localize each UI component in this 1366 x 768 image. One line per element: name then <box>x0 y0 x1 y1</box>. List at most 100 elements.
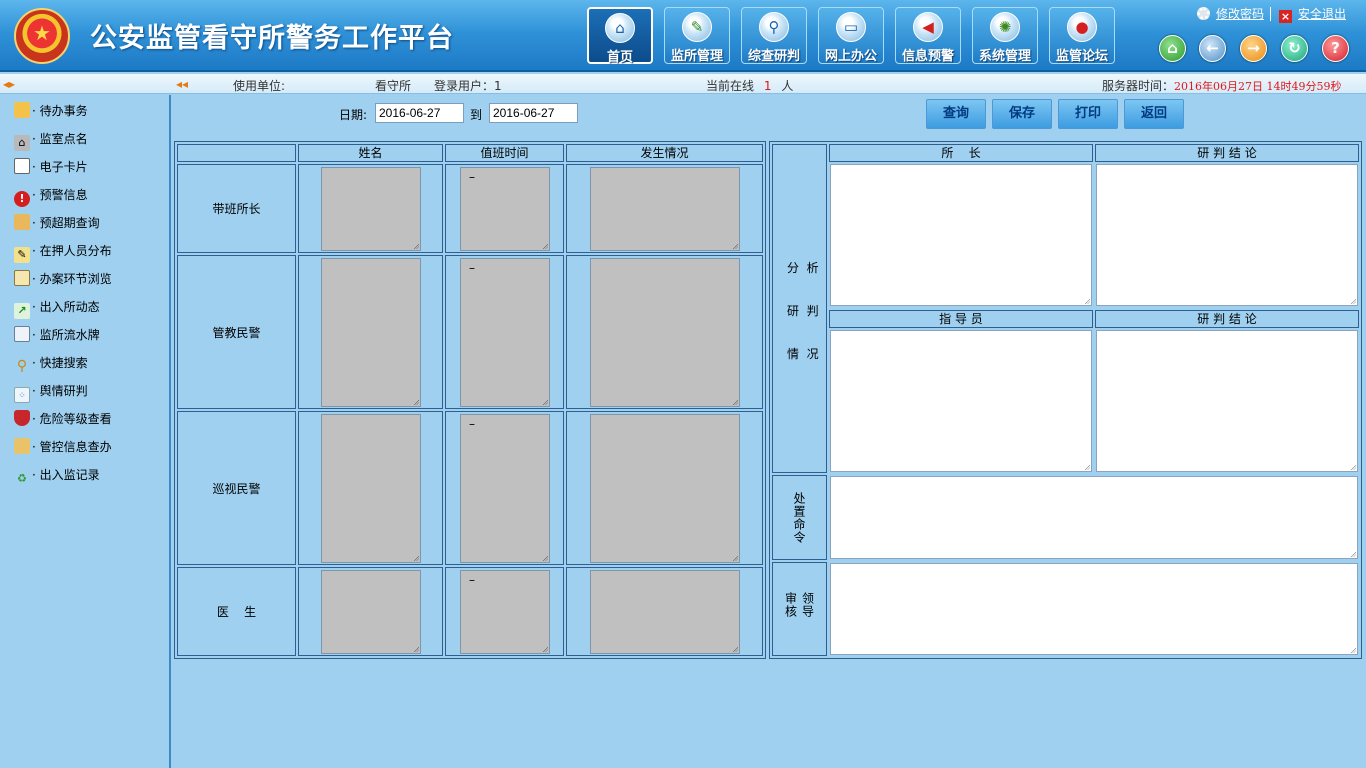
nav-online-office[interactable]: ▭ 网上办公 <box>818 7 884 64</box>
row-label-shift-director: 带班所长 <box>177 164 296 253</box>
table-cell <box>298 255 443 409</box>
nav-system-management[interactable]: ✺ 系统管理 <box>972 7 1038 64</box>
sidebar-item-label: · 预超期查询 <box>32 216 100 230</box>
sidebar-item-pending-tasks[interactable]: · 待办事务 <box>14 101 88 121</box>
name-textarea[interactable] <box>321 167 421 251</box>
nav-label: 信息预警 <box>901 49 954 64</box>
online-suffix: 人 <box>781 79 794 93</box>
duty-time-value: – <box>469 417 475 431</box>
change-password-link[interactable]: 修改密码 <box>1216 7 1264 21</box>
sidebar-item-in-out-dynamics[interactable]: ↗ · 出入所动态 <box>14 297 100 319</box>
nav-comprehensive-analysis[interactable]: ⚲ 综查研判 <box>741 7 807 64</box>
sidebar-item-overdue-query[interactable]: · 预超期查询 <box>14 213 100 233</box>
analysis-label-line: 情 况 <box>787 347 819 361</box>
review-label-cell: 领导审核 <box>772 562 827 656</box>
duty-time-textarea[interactable]: – <box>460 570 550 654</box>
table-cell <box>566 255 763 409</box>
users-icon <box>14 214 30 230</box>
gear-icon <box>1196 7 1210 20</box>
top-links: 修改密码 × 安全退出 <box>1196 5 1346 23</box>
sidebar-item-flow-board[interactable]: · 监所流水牌 <box>14 325 100 345</box>
name-textarea[interactable] <box>321 570 421 654</box>
disposal-order-textarea[interactable] <box>830 476 1358 559</box>
sidebar-item-case-browse[interactable]: · 办案环节浏览 <box>14 269 112 289</box>
scatter-chart-icon: ⁘ <box>14 387 30 403</box>
sidebar-item-danger-level[interactable]: · 危险等级查看 <box>14 409 112 429</box>
search-icon: ⚲ <box>16 358 28 374</box>
police-emblem-logo <box>14 8 70 64</box>
nav-label: 监管论坛 <box>1055 49 1108 64</box>
login-user: 登录用户：1 <box>434 79 502 93</box>
nav-facility-management[interactable]: ✎ 监所管理 <box>664 7 730 64</box>
sidebar-item-label: · 监室点名 <box>32 132 88 146</box>
sidebar-item-quick-search[interactable]: ⚲ · 快捷搜索 <box>14 353 88 374</box>
save-button[interactable]: 保存 <box>992 99 1052 129</box>
duty-time-textarea[interactable]: – <box>460 258 550 407</box>
back-icon[interactable]: ← <box>1199 35 1226 62</box>
instructor-header: 指 导 员 <box>829 310 1093 328</box>
alert-flag-icon: ◀ <box>913 12 943 42</box>
table-cell <box>566 411 763 565</box>
sidebar-item-in-out-records[interactable]: ♻ · 出入监记录 <box>14 465 100 485</box>
server-time: 服务器时间：2016年06月27日 14时49分59秒 <box>1102 77 1342 94</box>
sidebar-item-label: · 预警信息 <box>32 188 88 202</box>
sidebar-item-label: · 快捷搜索 <box>32 356 88 370</box>
disposal-label: 处置命令 <box>792 491 806 544</box>
situation-textarea[interactable] <box>590 167 740 251</box>
id-card-icon <box>14 158 30 174</box>
date-from-input[interactable] <box>375 103 464 123</box>
situation-textarea[interactable] <box>590 258 740 407</box>
query-button[interactable]: 查询 <box>926 99 986 129</box>
refresh-icon[interactable]: ↻ <box>1281 35 1308 62</box>
warning-icon: ! <box>14 191 30 207</box>
online-label: 当前在线 1 人 <box>706 77 793 94</box>
duty-time-value: – <box>469 573 475 587</box>
print-button[interactable]: 打印 <box>1058 99 1118 129</box>
nav-home[interactable]: ⌂ 首页 <box>587 7 653 65</box>
forward-icon[interactable]: → <box>1240 35 1267 62</box>
situation-textarea[interactable] <box>590 414 740 563</box>
instructor-textarea[interactable] <box>830 330 1092 472</box>
sidebar-item-e-card[interactable]: · 电子卡片 <box>14 157 88 177</box>
sidebar-item-detainee-distribution[interactable]: ✎ · 在押人员分布 <box>14 241 112 263</box>
analysis-label-line: 研 判 <box>787 304 819 318</box>
conclusion-header: 研 判 结 论 <box>1095 144 1359 162</box>
nav-label: 监所管理 <box>670 49 723 64</box>
back-button[interactable]: 返回 <box>1124 99 1184 129</box>
sidebar-item-alerts[interactable]: ! · 预警信息 <box>14 185 88 207</box>
home-icon[interactable]: ⌂ <box>1159 35 1186 62</box>
logout-link[interactable]: 安全退出 <box>1298 7 1346 21</box>
name-textarea[interactable] <box>321 258 421 407</box>
help-icon[interactable]: ? <box>1322 35 1349 62</box>
leader-review-textarea[interactable] <box>830 563 1358 655</box>
expand-arrows-icon[interactable]: ◂▸ <box>3 77 15 91</box>
date-label: 日期: <box>339 108 368 122</box>
date-to-input[interactable] <box>489 103 578 123</box>
nav-info-alert[interactable]: ◀ 信息预警 <box>895 7 961 64</box>
recycle-icon: ♻ <box>17 472 27 485</box>
table-header-name: 姓名 <box>298 144 443 162</box>
director-conclusion-textarea[interactable] <box>1096 164 1358 306</box>
table-cell: – <box>445 411 564 565</box>
analysis-label-line: 分 析 <box>787 261 819 275</box>
sidebar-item-public-opinion[interactable]: ⁘ · 舆情研判 <box>14 381 88 403</box>
server-time-label: 服务器时间： <box>1102 79 1175 93</box>
online-prefix: 当前在线 <box>706 79 755 93</box>
name-textarea[interactable] <box>321 414 421 563</box>
sidebar-item-cell-rollcall[interactable]: ⌂ · 监室点名 <box>14 129 88 151</box>
sidebar-item-label: · 监所流水牌 <box>32 328 100 342</box>
to-label: 到 <box>470 108 483 122</box>
close-icon: × <box>1278 10 1292 23</box>
duty-time-textarea[interactable]: – <box>460 414 550 563</box>
row-label-patrol-officer: 巡视民警 <box>177 411 296 565</box>
situation-textarea[interactable] <box>590 570 740 654</box>
nav-label: 网上办公 <box>824 49 877 64</box>
duty-time-textarea[interactable]: – <box>460 167 550 251</box>
collapse-sidebar-icon[interactable]: ◂◂ <box>176 77 188 91</box>
nav-forum[interactable]: ● 监管论坛 <box>1049 7 1115 64</box>
director-textarea[interactable] <box>830 164 1092 306</box>
row-label-doctor: 医 生 <box>177 567 296 656</box>
sidebar-item-label: · 管控信息查办 <box>32 440 112 454</box>
sidebar-item-control-info[interactable]: · 管控信息查办 <box>14 437 112 457</box>
instructor-conclusion-textarea[interactable] <box>1096 330 1358 472</box>
